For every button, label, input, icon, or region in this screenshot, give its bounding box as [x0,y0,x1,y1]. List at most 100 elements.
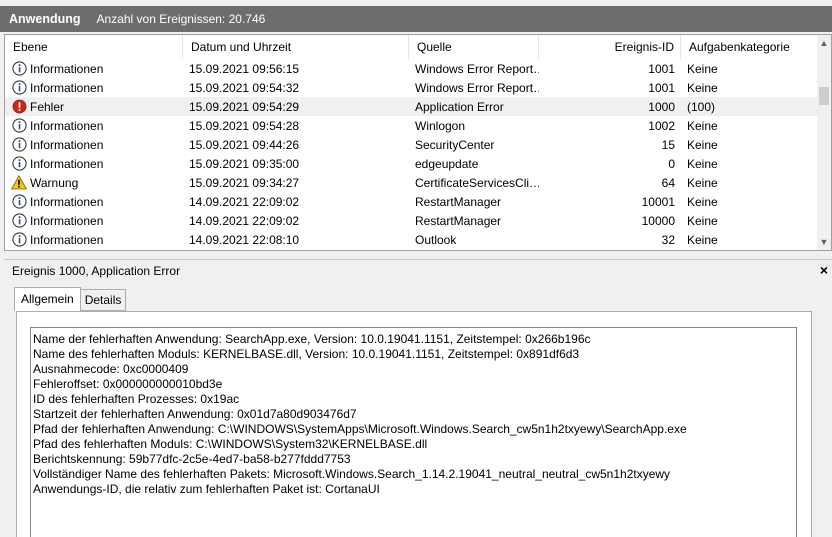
cell-level: Informationen [5,232,183,248]
description-line: Pfad der fehlerhaften Anwendung: C:\WIND… [33,422,687,436]
level-text: Informationen [30,118,104,133]
table-row[interactable]: Informationen 15.09.2021 09:44:26 Security… [5,135,818,154]
column-date[interactable]: Datum und Uhrzeit [183,35,409,59]
cell-source: edgeupdate [415,156,479,171]
level-text: Informationen [30,213,104,228]
cell-level: Warnung [5,175,183,191]
level-text: Informationen [30,156,104,171]
cell-event-id: 10001 [641,194,675,209]
cell-date: 14.09.2021 22:09:02 [189,194,300,209]
level-text: Informationen [30,80,104,95]
cell-category: (100) [687,99,716,114]
event-list[interactable]: Ebene Datum und Uhrzeit Quelle Ereignis-… [4,34,832,251]
cell-source: Windows Error Report… [415,61,539,76]
cell-event-id: 1000 [648,99,675,114]
cell-event-id: 64 [661,175,675,190]
cell-category: Keine [687,156,718,171]
vertical-scrollbar[interactable]: ▲ ▼ [817,35,831,250]
tab-details[interactable]: Details [79,289,127,311]
cell-date: 15.09.2021 09:54:32 [189,80,300,95]
cell-date: 15.09.2021 09:54:28 [189,118,300,133]
cell-event-id: 15 [661,137,675,152]
info-icon [11,118,27,134]
warning-icon [11,175,27,191]
info-icon [11,156,27,172]
cell-level: Fehler [5,99,183,115]
table-row[interactable]: Informationen 14.09.2021 22:09:02 RestartM… [5,192,818,211]
cell-source: SecurityCenter [415,137,495,152]
table-row[interactable]: Informationen 15.09.2021 09:54:32 Windows … [5,78,818,97]
cell-date: 14.09.2021 22:09:02 [189,213,300,228]
cell-source: RestartManager [415,194,502,209]
cell-category: Keine [687,118,718,133]
column-category[interactable]: Aufgabenkategorie [681,35,818,59]
cell-source: Application Error [415,99,504,114]
cell-category: Keine [687,213,718,228]
cell-event-id: 1001 [648,61,675,76]
column-source[interactable]: Quelle [409,35,539,59]
cell-source: RestartManager [415,213,502,228]
cell-level: Informationen [5,213,183,229]
table-row[interactable]: Informationen 14.09.2021 22:08:10 Outlook 3… [5,230,818,249]
log-name: Anwendung [9,12,81,26]
description-line: Name der fehlerhaften Anwendung: SearchA… [33,332,591,346]
cell-event-id: 10000 [641,213,675,228]
info-icon [11,61,27,77]
cell-date: 15.09.2021 09:56:15 [189,61,300,76]
level-text: Warnung [30,175,79,190]
cell-level: Informationen [5,118,183,134]
cell-event-id: 1001 [648,80,675,95]
scroll-up-icon[interactable]: ▲ [817,35,831,51]
tab-general[interactable]: Allgemein [14,287,81,311]
table-row[interactable]: Informationen 14.09.2021 22:09:02 RestartM… [5,211,818,230]
description-line: Startzeit der fehlerhaften Anwendung: 0x… [33,407,357,421]
description-line: ID des fehlerhaften Prozesses: 0x19ac [33,392,240,406]
log-title-bar: Anwendung Anzahl von Ereignissen: 20.746 [0,6,832,32]
detail-title: Ereignis 1000, Application Error [12,263,181,278]
cell-category: Keine [687,61,718,76]
cell-event-id: 0 [668,156,675,171]
event-count: Anzahl von Ereignissen: 20.746 [96,12,266,26]
scroll-down-icon[interactable]: ▼ [817,234,831,250]
error-icon [11,99,27,115]
table-row[interactable]: Fehler 15.09.2021 09:54:29 Application Err… [5,97,818,116]
cell-category: Keine [687,175,718,190]
level-text: Informationen [30,194,104,209]
cell-category: Keine [687,137,718,152]
table-row[interactable]: Informationen 15.09.2021 09:54:28 Winlogon… [5,116,818,135]
cell-date: 15.09.2021 09:44:26 [189,137,300,152]
description-line: Ausnahmecode: 0xc0000409 [33,362,189,376]
column-level[interactable]: Ebene [5,35,183,59]
table-row[interactable]: Informationen 15.09.2021 09:56:15 Windows … [5,59,818,78]
table-row[interactable]: Warnung 15.09.2021 09:34:27 CertificateSer… [5,173,818,192]
cell-event-id: 32 [661,232,675,247]
description-line: Anwendungs-ID, die relativ zum fehlerhaf… [33,482,380,496]
cell-date: 14.09.2021 22:08:10 [189,232,300,247]
cell-category: Keine [687,80,718,95]
cell-level: Informationen [5,194,183,210]
description-line: Fehleroffset: 0x000000000010bd3e [33,377,223,391]
description-line: Pfad des fehlerhaften Moduls: C:\WINDOWS… [33,437,428,451]
info-icon [11,137,27,153]
column-event-id[interactable]: Ereignis-ID [539,35,681,59]
cell-date: 15.09.2021 09:34:27 [189,175,300,190]
event-rows: Informationen 15.09.2021 09:56:15 Windows … [5,59,818,249]
detail-tabs: Allgemein Details [14,287,127,311]
info-icon [11,232,27,248]
info-icon [11,213,27,229]
cell-category: Keine [687,232,718,247]
scroll-thumb[interactable] [819,87,829,105]
table-row[interactable]: Informationen 15.09.2021 09:35:00 edgeupda… [5,154,818,173]
cell-level: Informationen [5,137,183,153]
info-icon [11,80,27,96]
cell-source: Winlogon [415,118,466,133]
description-line: Berichtskennung: 59b77dfc-2c5e-4ed7-ba58… [33,452,351,466]
cell-source: Outlook [415,232,457,247]
level-text: Informationen [30,137,104,152]
close-icon[interactable]: × [820,262,828,278]
cell-date: 15.09.2021 09:35:00 [189,156,300,171]
level-text: Informationen [30,232,104,247]
event-description[interactable]: Name der fehlerhaften Anwendung: SearchA… [30,327,797,537]
cell-date: 15.09.2021 09:54:29 [189,99,300,114]
cell-source: Windows Error Report… [415,80,539,95]
